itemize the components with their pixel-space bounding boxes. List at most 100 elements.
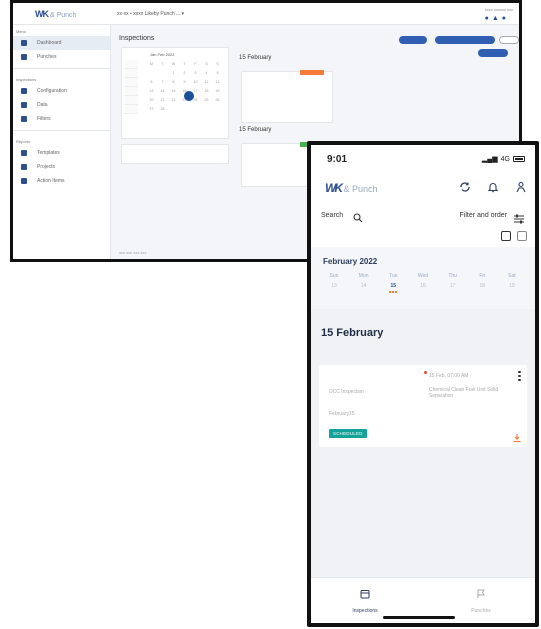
weekday-label: Tue	[380, 273, 406, 283]
sidebar-item-punches[interactable]: Punches	[13, 50, 110, 64]
week-day[interactable]: Sat19	[499, 273, 525, 293]
week-cell[interactable]	[124, 96, 138, 105]
tab-inspections[interactable]: Inspections	[335, 586, 395, 614]
list-view-icon[interactable]	[517, 231, 527, 241]
calendar-day[interactable]: 9	[179, 78, 190, 87]
calendar-day[interactable]: 21	[157, 96, 168, 105]
desktop-sidebar: Menu Dashboard Punches Inspections Confi…	[13, 25, 111, 259]
download-icon[interactable]	[513, 429, 521, 437]
calendar-day[interactable]: 11	[201, 78, 212, 87]
sidebar-item-dashboard[interactable]: Dashboard	[13, 36, 110, 50]
calendar-day[interactable]: 25	[201, 96, 212, 105]
desktop-note-panel	[121, 144, 229, 164]
status-bar: 9:01 ▂▄▆ 4G	[311, 145, 535, 173]
status-time: 9:01	[327, 154, 347, 165]
desktop-logo-mark: WK	[35, 9, 48, 19]
desktop-filter-button[interactable]	[478, 49, 508, 57]
calendar-day[interactable]: 3	[190, 69, 201, 78]
list-icon	[21, 178, 27, 184]
tab-label: Inspections	[335, 608, 395, 614]
calendar-day[interactable]: 8	[168, 78, 179, 87]
calendar-day[interactable]: 1	[168, 69, 179, 78]
more-options-icon[interactable]	[518, 371, 521, 381]
sidebar-item-configuration[interactable]: Configuration	[13, 84, 110, 98]
calendar-day[interactable]: 15	[168, 87, 179, 96]
desktop-more-button[interactable]	[499, 36, 519, 44]
calendar-day[interactable]: 18	[201, 87, 212, 96]
week-cell[interactable]	[124, 87, 138, 96]
desktop-inspection-card[interactable]	[241, 71, 333, 123]
search-label[interactable]: Search	[321, 212, 343, 219]
calendar-day	[146, 69, 157, 78]
user-icon[interactable]: ●	[502, 15, 509, 22]
calendar-day[interactable]: 10	[190, 78, 201, 87]
calendar-day[interactable]: 27	[146, 105, 157, 114]
template-icon	[21, 150, 27, 156]
desktop-date-header: 15 February	[239, 127, 271, 133]
sidebar-item-templates[interactable]: Templates	[13, 146, 110, 160]
calendar-day[interactable]: 19	[212, 87, 223, 96]
sidebar-item-data[interactable]: Data	[13, 98, 110, 112]
calendar-day[interactable]: 5	[212, 69, 223, 78]
sidebar-divider	[13, 130, 110, 131]
weekday-label: F	[190, 60, 201, 69]
app-header: WK & Punch	[311, 173, 535, 201]
desktop-top-icons[interactable]: ●▲●	[485, 15, 509, 22]
app-logo: WK & Punch	[325, 181, 378, 195]
filter-order-label[interactable]: Filter and order	[460, 212, 507, 219]
weekday-label: Fri	[469, 273, 495, 283]
week-day[interactable]: Thu17	[440, 273, 466, 293]
desktop-breadcrumb[interactable]: xx-xx • xxxx Likeby Punch ... ▾	[117, 11, 184, 17]
filter-icon[interactable]	[513, 211, 525, 229]
calendar-day	[157, 69, 168, 78]
tab-punches[interactable]: Punches	[451, 586, 511, 614]
calendar-day	[201, 105, 212, 114]
calendar-day[interactable]: 7	[157, 78, 168, 87]
battery-icon	[513, 156, 525, 162]
sidebar-section-title: Inspections	[13, 73, 110, 84]
week-cell[interactable]	[124, 69, 138, 78]
weekday-label: S	[212, 60, 223, 69]
sidebar-item-label: Configuration	[37, 88, 67, 94]
calendar-day[interactable]: 6	[146, 78, 157, 87]
week-day[interactable]: Sun13	[321, 273, 347, 293]
sidebar-item-action-items[interactable]: Action Items	[13, 174, 110, 188]
calendar-day[interactable]: 4	[201, 69, 212, 78]
sidebar-item-label: Punches	[37, 54, 56, 60]
calendar-day[interactable]: 28	[157, 105, 168, 114]
user-icon[interactable]	[515, 181, 527, 193]
bell-icon[interactable]: ▲	[492, 15, 502, 22]
week-cell[interactable]	[124, 105, 138, 114]
calendar-selected-day[interactable]	[184, 91, 194, 101]
calendar-day[interactable]: 13	[146, 87, 157, 96]
sidebar-item-filters[interactable]: Filters	[13, 112, 110, 126]
calendar-day[interactable]: 14	[157, 87, 168, 96]
inspection-list: 15 February 15 Feb, 07:00 AM DCC Inspect…	[311, 309, 535, 577]
week-day[interactable]: Fri18	[469, 273, 495, 293]
sidebar-item-projects[interactable]: Projects	[13, 160, 110, 174]
week-day[interactable]: Mon14	[351, 273, 377, 293]
status-badge: SCHEDULED	[329, 429, 367, 438]
week-day[interactable]: Wed16	[410, 273, 436, 293]
bell-icon[interactable]	[487, 181, 499, 193]
sync-icon[interactable]	[459, 181, 471, 193]
week-day[interactable]: Tue15	[380, 273, 406, 293]
week-cell[interactable]	[124, 60, 138, 69]
calendar-day[interactable]: 22	[168, 96, 179, 105]
desktop-action-button[interactable]	[399, 36, 427, 44]
desktop-logo-text: & Punch	[50, 12, 76, 19]
tab-label: Punches	[451, 608, 511, 614]
notification-icon[interactable]: ●	[485, 15, 492, 22]
calendar-day[interactable]: 2	[179, 69, 190, 78]
inspection-card[interactable]: 15 Feb, 07:00 AM DCC Inspection Chemical…	[319, 365, 527, 447]
calendar-view-icon[interactable]	[501, 231, 511, 241]
event-indicator	[389, 291, 397, 293]
calendar-day[interactable]: 26	[212, 96, 223, 105]
week-cell[interactable]	[124, 78, 138, 87]
calendar-day[interactable]: 20	[146, 96, 157, 105]
section-date-header: 15 February	[321, 327, 383, 339]
desktop-create-button[interactable]	[435, 36, 495, 44]
search-icon[interactable]	[353, 210, 363, 228]
calendar-day[interactable]: 12	[212, 78, 223, 87]
desktop-logo[interactable]: WK & Punch	[35, 9, 76, 19]
